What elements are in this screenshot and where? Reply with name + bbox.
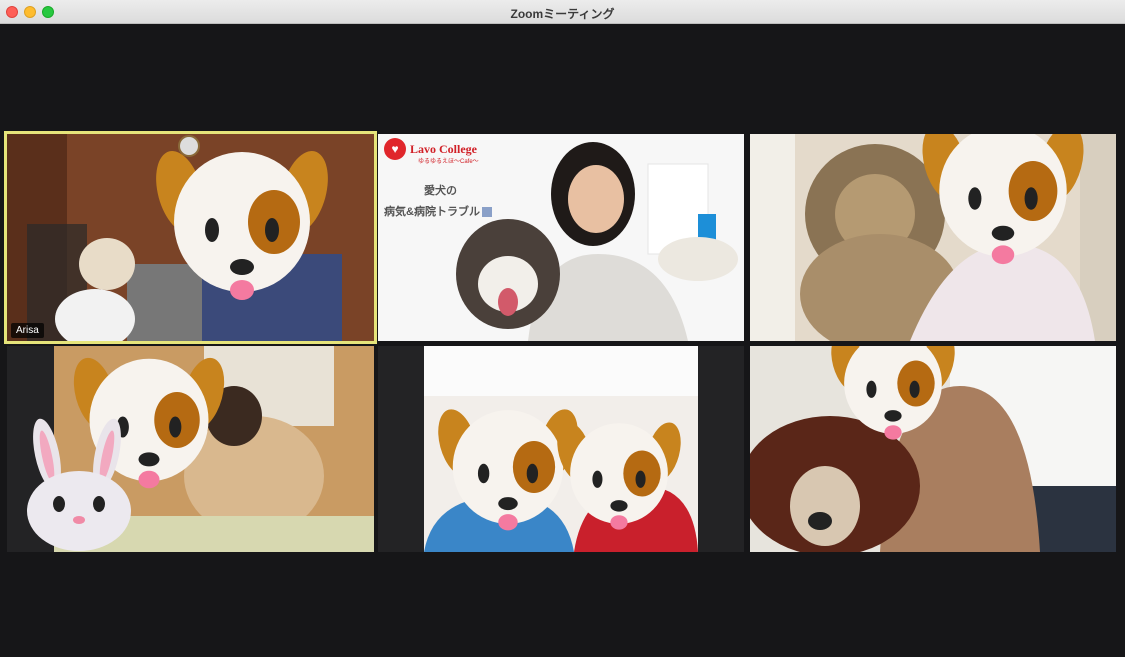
- dog-face-filter: [922, 134, 1084, 265]
- video-tile-presenter[interactable]: ♥ Lavo College ゆるゆるえほ〜Cafe〜 愛犬の 病気&病院トラブ…: [378, 134, 744, 341]
- active-speaker-border: [4, 131, 377, 344]
- video-tile-4[interactable]: [7, 346, 374, 552]
- logo-subtitle: ゆるゆるえほ〜Cafe〜: [418, 159, 479, 165]
- logo-text: Lavo College: [410, 141, 477, 156]
- dog-face-filter: [557, 422, 681, 530]
- video-tile-6[interactable]: [750, 346, 1116, 552]
- dog-face-filter: [831, 346, 955, 440]
- banner-line1: 愛犬の: [424, 185, 457, 197]
- rabbit-face-filter: [27, 418, 131, 551]
- video-tile-5[interactable]: [378, 346, 744, 552]
- video-feed: [378, 134, 744, 341]
- heart-logo-icon: ♥: [384, 138, 406, 160]
- window-title: Zoomミーティング: [510, 7, 615, 21]
- banner-line2-text: 病気&病院トラブル: [384, 206, 480, 218]
- banner-line2: 病気&病院トラブル: [384, 203, 492, 219]
- window-titlebar: Zoomミーティング: [0, 0, 1125, 24]
- video-tile-3[interactable]: [750, 134, 1116, 341]
- hospital-emoji-icon: [481, 207, 492, 218]
